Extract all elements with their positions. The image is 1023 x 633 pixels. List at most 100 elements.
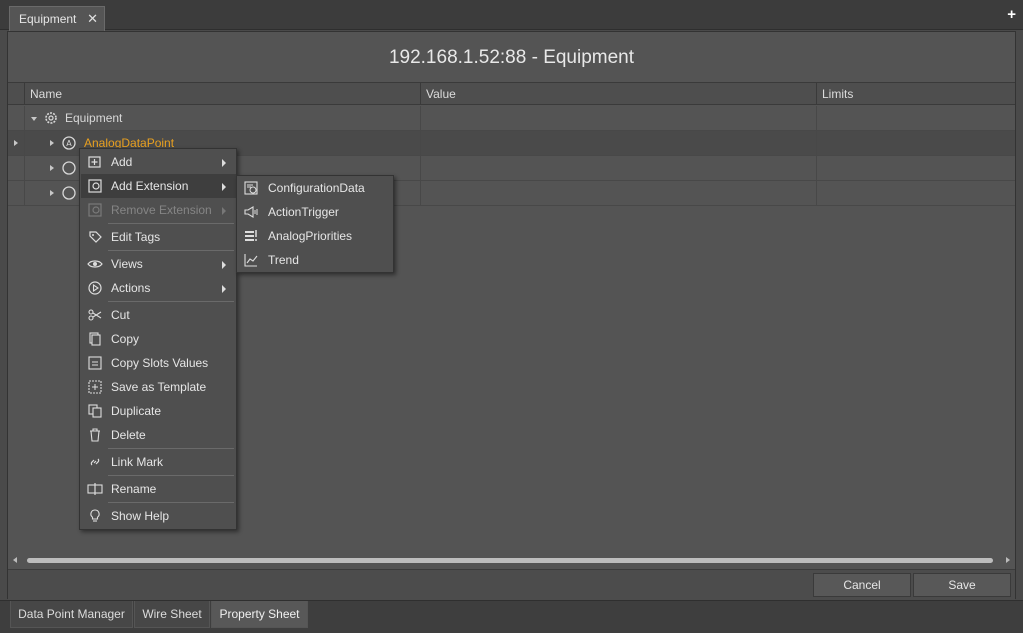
- row-gutter: [8, 181, 25, 206]
- menu-item-link-mark[interactable]: Link Mark: [81, 450, 236, 474]
- submenu-arrow-icon: [222, 207, 226, 215]
- collapse-arrow-icon[interactable]: [31, 117, 37, 121]
- table-row[interactable]: Equipment: [8, 106, 1015, 131]
- menu-item-label: Copy: [111, 332, 140, 346]
- tab-property-sheet[interactable]: Property Sheet: [211, 601, 308, 628]
- tab-wire-sheet[interactable]: Wire Sheet: [134, 601, 210, 628]
- save-button[interactable]: Save: [913, 573, 1011, 597]
- menu-item-save-as-template[interactable]: Save as Template: [81, 375, 236, 399]
- submenu-item-action-trigger[interactable]: ActionTrigger: [238, 200, 393, 224]
- row-gutter: [8, 106, 25, 131]
- menu-item-actions[interactable]: Actions: [81, 276, 236, 300]
- menu-item-views[interactable]: Views: [81, 252, 236, 276]
- page-title: 192.168.1.52:88 - Equipment: [8, 32, 1015, 83]
- play-icon: [87, 280, 103, 296]
- submenu-item-analog-priorities[interactable]: AnalogPriorities: [238, 224, 393, 248]
- menu-item-delete[interactable]: Delete: [81, 423, 236, 447]
- expand-arrow-icon[interactable]: [50, 140, 54, 146]
- eye-icon: [87, 256, 103, 272]
- menu-item-show-help[interactable]: Show Help: [81, 504, 236, 528]
- expand-arrow-icon[interactable]: [50, 165, 54, 171]
- link-icon: [87, 454, 103, 470]
- priorities-icon: [243, 228, 259, 244]
- menu-item-label: Link Mark: [111, 455, 164, 469]
- analog-point-icon: A: [61, 135, 77, 151]
- cell-divider: [816, 131, 817, 156]
- menu-item-label: Add: [111, 155, 133, 169]
- context-menu: Add Add Extension Remove Extension Edit …: [79, 148, 237, 530]
- cell-divider: [816, 106, 817, 131]
- submenu-item-label: AnalogPriorities: [268, 229, 353, 243]
- cell-divider: [420, 106, 421, 131]
- trash-icon: [87, 427, 103, 443]
- document-tab-bar: Equipment ✕ +: [0, 0, 1023, 31]
- column-header-limits[interactable]: Limits: [816, 83, 1017, 105]
- menu-item-label: Copy Slots Values: [111, 356, 209, 370]
- menu-divider: [108, 223, 234, 224]
- menu-item-label: Views: [111, 257, 143, 271]
- submenu-item-label: ConfigurationData: [268, 181, 365, 195]
- menu-divider: [108, 502, 234, 503]
- column-header-name[interactable]: Name: [24, 83, 420, 105]
- menu-item-label: Rename: [111, 482, 157, 496]
- button-bar: Cancel Save: [8, 569, 1015, 600]
- menu-item-remove-extension: Remove Extension: [81, 198, 236, 222]
- menu-item-label: Save as Template: [111, 380, 207, 394]
- svg-text:A: A: [66, 139, 72, 148]
- remove-extension-icon: [87, 202, 103, 218]
- trend-icon: [243, 252, 259, 268]
- scroll-left-icon[interactable]: [13, 557, 17, 563]
- add-tab-icon[interactable]: +: [1007, 6, 1016, 23]
- lightbulb-icon: [87, 508, 103, 524]
- cell-divider: [816, 156, 817, 181]
- submenu-arrow-icon: [222, 183, 226, 191]
- tab-equipment[interactable]: Equipment ✕: [9, 6, 105, 31]
- expand-arrow-icon[interactable]: [50, 190, 54, 196]
- menu-item-edit-tags[interactable]: Edit Tags: [81, 225, 236, 249]
- add-icon: [87, 154, 103, 170]
- copy-icon: [87, 331, 103, 347]
- rename-icon: [87, 481, 103, 497]
- horizontal-scrollbar[interactable]: [8, 554, 1015, 566]
- submenu-item-configuration-data[interactable]: ConfigurationData: [238, 176, 393, 200]
- submenu-item-trend[interactable]: Trend: [238, 248, 393, 272]
- template-icon: [87, 379, 103, 395]
- menu-divider: [108, 475, 234, 476]
- menu-item-add[interactable]: Add: [81, 150, 236, 174]
- menu-item-label: Remove Extension: [111, 203, 212, 217]
- copy-values-icon: [87, 355, 103, 371]
- menu-divider: [108, 301, 234, 302]
- extension-icon: [87, 178, 103, 194]
- close-icon[interactable]: ✕: [87, 11, 98, 27]
- menu-item-cut[interactable]: Cut: [81, 303, 236, 327]
- cell-divider: [420, 131, 421, 156]
- tab-equipment-label: Equipment: [19, 12, 77, 26]
- config-data-icon: [243, 180, 259, 196]
- gear-icon: [43, 110, 59, 126]
- data-point-icon: [61, 185, 77, 201]
- tab-data-point-manager[interactable]: Data Point Manager: [10, 601, 133, 628]
- data-point-icon: [61, 160, 77, 176]
- tree-node-label: Equipment: [65, 111, 123, 125]
- cell-divider: [420, 156, 421, 181]
- menu-item-label: Cut: [111, 308, 130, 322]
- view-tab-bar: Data Point Manager Wire Sheet Property S…: [0, 600, 1023, 633]
- column-header-value[interactable]: Value: [420, 83, 816, 105]
- submenu-item-label: Trend: [268, 253, 299, 267]
- cancel-button[interactable]: Cancel: [813, 573, 911, 597]
- menu-item-label: Edit Tags: [111, 230, 161, 244]
- menu-item-copy-slots-values[interactable]: Copy Slots Values: [81, 351, 236, 375]
- scroll-right-icon[interactable]: [1006, 557, 1010, 563]
- scrollbar-thumb[interactable]: [27, 558, 993, 563]
- menu-item-copy[interactable]: Copy: [81, 327, 236, 351]
- menu-item-rename[interactable]: Rename: [81, 477, 236, 501]
- menu-item-label: Delete: [111, 428, 146, 442]
- duplicate-icon: [87, 403, 103, 419]
- menu-item-add-extension[interactable]: Add Extension: [81, 174, 236, 198]
- megaphone-icon: [243, 204, 259, 220]
- submenu-arrow-icon: [222, 285, 226, 293]
- submenu-item-label: ActionTrigger: [268, 205, 339, 219]
- row-gutter: [8, 131, 25, 156]
- row-gutter: [8, 156, 25, 181]
- menu-item-duplicate[interactable]: Duplicate: [81, 399, 236, 423]
